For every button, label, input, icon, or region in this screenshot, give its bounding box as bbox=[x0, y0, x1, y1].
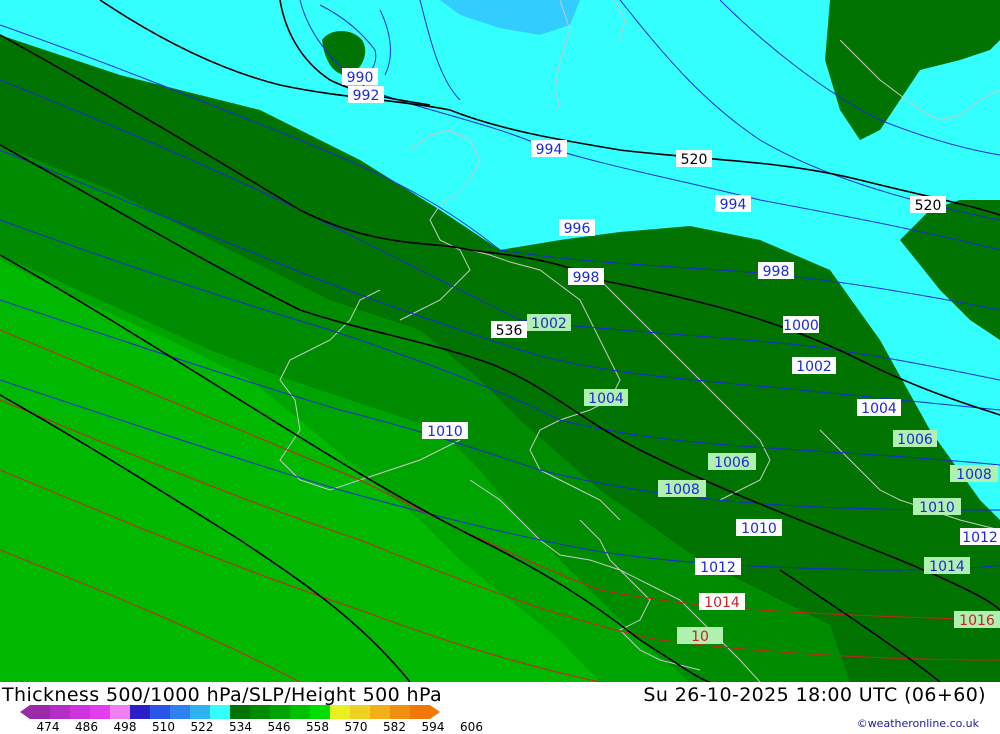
isobar-label: 1004 bbox=[584, 389, 628, 407]
isobar-label-text: 996 bbox=[564, 221, 591, 237]
scale-swatch bbox=[410, 705, 430, 719]
scale-swatch bbox=[70, 705, 90, 719]
scale-swatch bbox=[210, 705, 230, 719]
scale-tick-label: 546 bbox=[267, 720, 291, 734]
isobar-label-text: 1010 bbox=[427, 424, 463, 440]
scale-swatch bbox=[150, 705, 170, 719]
scale-swatch bbox=[90, 705, 110, 719]
isobar-label: 990 bbox=[342, 68, 378, 86]
source-credit[interactable]: ©weatheronline.co.uk bbox=[857, 717, 979, 730]
isobar-label: 1004 bbox=[857, 399, 901, 417]
scale-tick-label: 474 bbox=[36, 720, 60, 734]
isobar-label: 1008 bbox=[950, 465, 998, 483]
height-label: 520 bbox=[910, 196, 946, 214]
isobar-label: 1012 bbox=[695, 558, 741, 576]
isobar-label: 1010 bbox=[422, 422, 468, 440]
isobar-label: 1010 bbox=[913, 498, 961, 516]
scale-swatch bbox=[50, 705, 70, 719]
isobar-label-text: 1004 bbox=[861, 401, 897, 417]
scale-tick-label: 522 bbox=[190, 720, 214, 734]
isobar-label: 1014 bbox=[924, 557, 970, 575]
isobar-label-text: 1014 bbox=[929, 559, 965, 575]
isobar-label: 998 bbox=[758, 262, 794, 280]
scale-swatch bbox=[270, 705, 290, 719]
isobar-label: 998 bbox=[568, 268, 604, 286]
scale-tick-label: 498 bbox=[113, 720, 137, 734]
scale-tick-label: 486 bbox=[75, 720, 98, 734]
isobar-label-text: 1004 bbox=[588, 391, 624, 407]
isobar-label-text: 990 bbox=[347, 70, 374, 86]
isobar-label: 1016 bbox=[954, 611, 1000, 629]
height-label-text: 520 bbox=[681, 152, 708, 168]
scale-swatch bbox=[370, 705, 390, 719]
isobar-label: 996 bbox=[559, 219, 595, 237]
isobar-label: 992 bbox=[348, 86, 384, 104]
scale-left-arrow bbox=[20, 705, 30, 719]
isobar-label: 1014 bbox=[699, 593, 745, 611]
scale-swatch bbox=[170, 705, 190, 719]
isobar-label-text: 992 bbox=[353, 88, 380, 104]
scale-swatch bbox=[250, 705, 270, 719]
scale-tick-label: 534 bbox=[229, 720, 252, 734]
isobar-label-text: 1012 bbox=[700, 560, 736, 576]
isobar-label: 1002 bbox=[527, 314, 571, 332]
height-label-text: 520 bbox=[915, 198, 942, 214]
scale-tick-label: 582 bbox=[383, 720, 406, 734]
scale-tick-label: 594 bbox=[421, 720, 445, 734]
scale-tick-label: 570 bbox=[344, 720, 368, 734]
scale-right-arrow bbox=[430, 705, 440, 719]
isobar-label-text: 1010 bbox=[919, 500, 955, 516]
isobar-label-text: 994 bbox=[720, 197, 747, 213]
height-label-text: 536 bbox=[496, 323, 523, 339]
isobar-label-text: 1002 bbox=[531, 316, 567, 332]
isobar-label-text: 10 bbox=[691, 629, 709, 645]
isobar-label-text: 1006 bbox=[897, 432, 933, 448]
scale-swatch bbox=[330, 705, 350, 719]
height-label: 536 bbox=[491, 321, 527, 339]
height-label: 520 bbox=[676, 150, 712, 168]
scale-swatch bbox=[230, 705, 250, 719]
isobar-label: 994 bbox=[715, 195, 751, 213]
isobar-label-text: 994 bbox=[536, 142, 563, 158]
weather-map: 990 992 994 994 996 998 998 1000 1002 10… bbox=[0, 0, 1000, 682]
isobar-label: 1000 bbox=[783, 316, 819, 334]
isobar-label: 1006 bbox=[708, 453, 756, 471]
isobar-label-text: 1010 bbox=[741, 521, 777, 537]
isobar-label: 994 bbox=[531, 140, 567, 158]
scale-swatch bbox=[190, 705, 210, 719]
isobar-label: 1002 bbox=[792, 357, 836, 375]
isobar-label: 10 bbox=[677, 627, 723, 645]
isobar-label-text: 998 bbox=[573, 270, 600, 286]
isobar-label-text: 1000 bbox=[783, 318, 819, 334]
isobar-label: 1006 bbox=[893, 430, 937, 448]
map-footer: Thickness 500/1000 hPa/SLP/Height 500 hP… bbox=[0, 682, 1000, 734]
scale-swatch bbox=[310, 705, 330, 719]
color-scale-ticks: 474 486 498 510 522 534 546 558 570 582 594 606 bbox=[0, 720, 520, 734]
scale-swatch bbox=[350, 705, 370, 719]
isobar-label-text: 1006 bbox=[714, 455, 750, 471]
isobar-label-text: 1012 bbox=[962, 530, 998, 546]
isobar-label-text: 1014 bbox=[704, 595, 740, 611]
map-title: Thickness 500/1000 hPa/SLP/Height 500 hP… bbox=[2, 684, 443, 706]
isobar-label-text: 1008 bbox=[664, 482, 700, 498]
scale-swatch bbox=[290, 705, 310, 719]
isobar-label-text: 1002 bbox=[796, 359, 832, 375]
scale-swatch bbox=[130, 705, 150, 719]
isobar-label-text: 998 bbox=[763, 264, 790, 280]
isobar-label: 1008 bbox=[658, 480, 706, 498]
scale-tick-label: 558 bbox=[306, 720, 329, 734]
isobar-label: 1012 bbox=[960, 528, 1000, 546]
scale-swatch bbox=[390, 705, 410, 719]
forecast-datetime: Su 26-10-2025 18:00 UTC (06+60) bbox=[643, 684, 986, 706]
scale-swatch bbox=[30, 705, 50, 719]
isobar-label: 1010 bbox=[736, 519, 782, 537]
isobar-label-text: 1016 bbox=[959, 613, 995, 629]
isobar-label-text: 1008 bbox=[956, 467, 992, 483]
scale-swatch bbox=[110, 705, 130, 719]
scale-tick-label: 510 bbox=[152, 720, 175, 734]
scale-tick-label: 606 bbox=[460, 720, 483, 734]
